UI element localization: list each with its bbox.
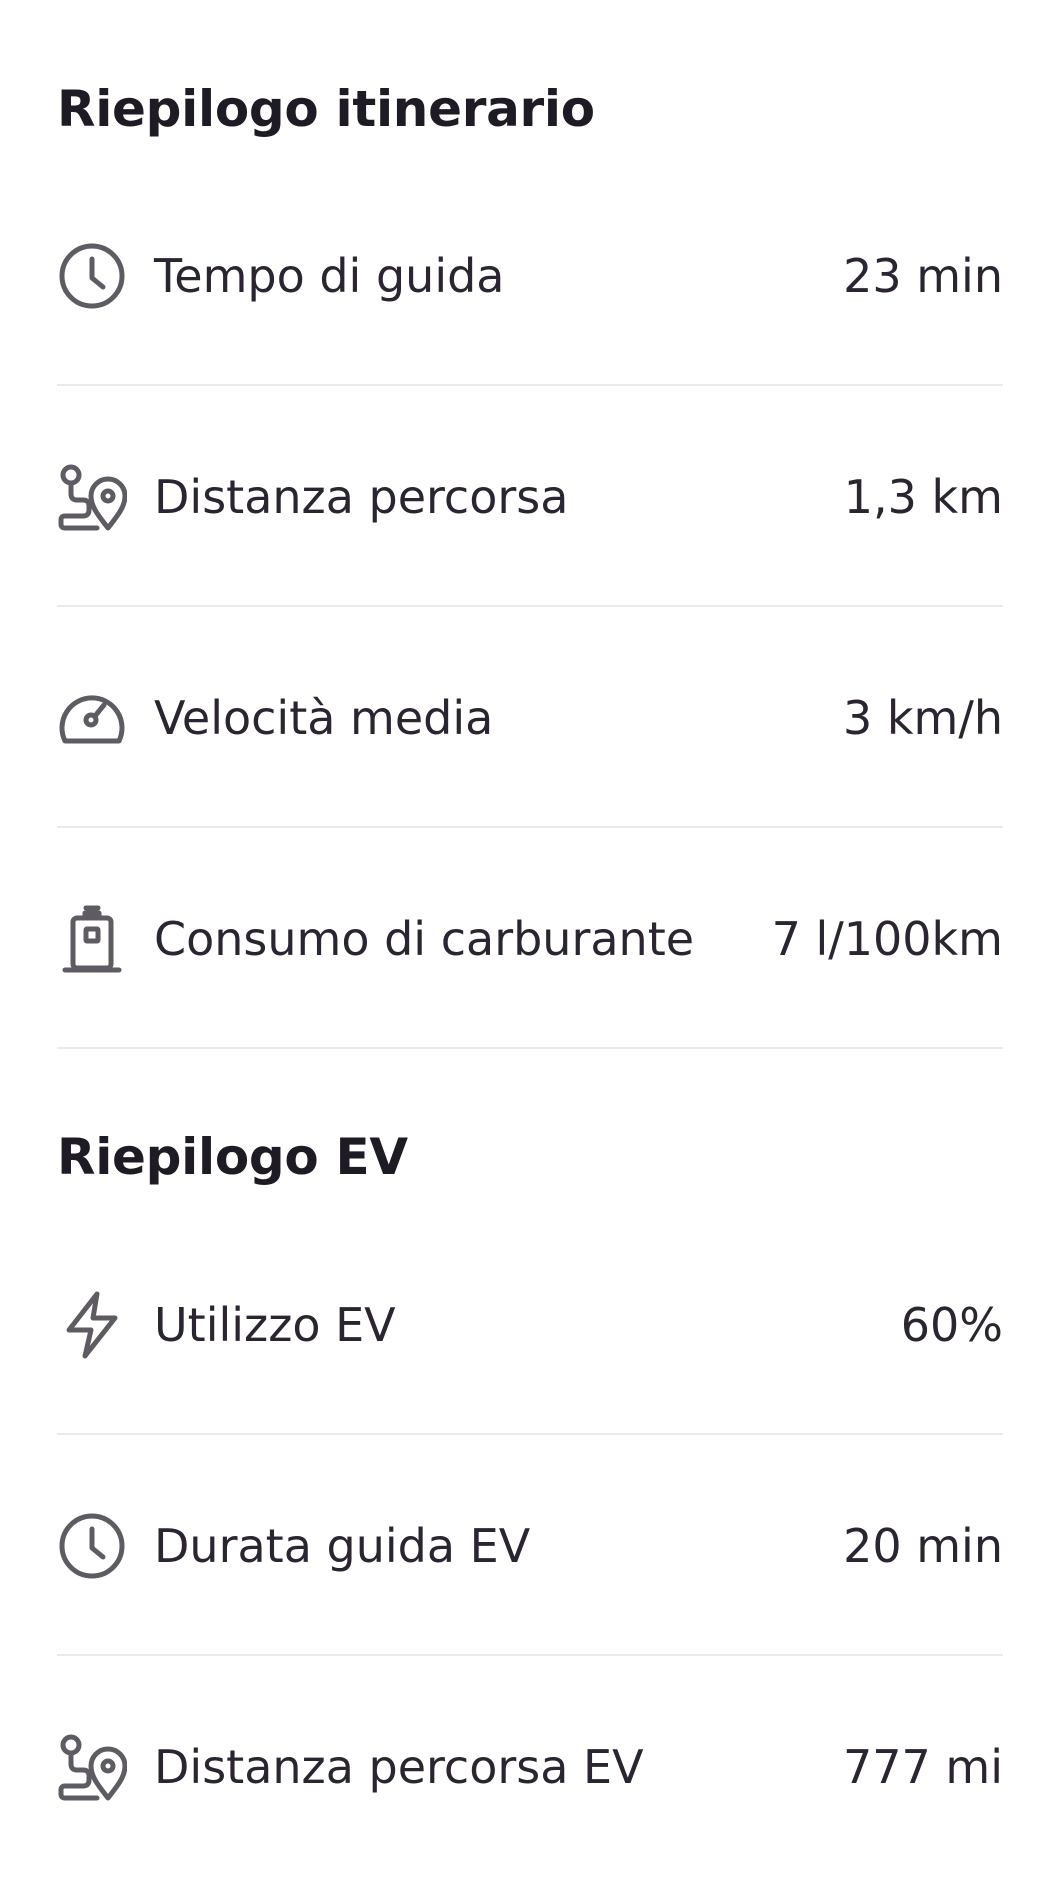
route-pin-icon: [57, 462, 127, 532]
trip-row-distance: Distanza percorsa 1,3 km: [57, 386, 1003, 607]
row-value: 20 min: [843, 1518, 1003, 1573]
row-value: 60%: [900, 1297, 1003, 1352]
ev-row-distance: Distanza percorsa EV 777 mi: [57, 1656, 1003, 1877]
lightning-icon: [57, 1290, 127, 1360]
trip-summary-title: Riepilogo itinerario: [57, 80, 595, 138]
fuel-pump-icon: [57, 904, 127, 974]
row-label: Tempo di guida: [154, 248, 505, 303]
clock-icon: [57, 1511, 127, 1581]
row-label: Utilizzo EV: [154, 1297, 396, 1352]
row-value: 3 km/h: [843, 690, 1003, 745]
row-value: 7 l/100km: [771, 911, 1003, 966]
trip-row-driving-time: Tempo di guida 23 min: [57, 165, 1003, 386]
row-label: Durata guida EV: [154, 1518, 531, 1573]
row-label: Distanza percorsa: [154, 469, 569, 524]
clock-icon: [57, 241, 127, 311]
route-pin-icon: [57, 1732, 127, 1802]
ev-row-driving-time: Durata guida EV 20 min: [57, 1435, 1003, 1656]
trip-row-average-speed: Velocità media 3 km/h: [57, 607, 1003, 828]
ev-row-usage: Utilizzo EV 60%: [57, 1214, 1003, 1435]
row-value: 777 mi: [842, 1739, 1003, 1794]
divider: [57, 1047, 1003, 1049]
row-value: 1,3 km: [843, 469, 1003, 524]
row-value: 23 min: [843, 248, 1003, 303]
trip-row-fuel-consumption: Consumo di carburante 7 l/100km: [57, 828, 1003, 1049]
speedometer-icon: [57, 683, 127, 753]
row-label: Velocità media: [154, 690, 494, 745]
ev-summary-title: Riepilogo EV: [57, 1128, 408, 1186]
row-label: Consumo di carburante: [154, 911, 695, 966]
row-label: Distanza percorsa EV: [154, 1739, 644, 1794]
